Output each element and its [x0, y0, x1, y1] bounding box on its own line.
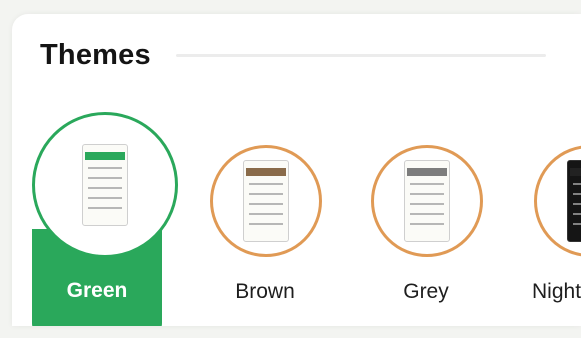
theme-label-grey: Grey — [403, 280, 449, 303]
theme-preview-circle — [534, 145, 581, 257]
theme-label-night: Night — [532, 280, 581, 303]
section-title: Themes — [40, 39, 151, 71]
theme-label-green: Green — [66, 279, 128, 302]
theme-option-night[interactable]: Night — [514, 109, 581, 326]
theme-option-green[interactable]: Green — [22, 109, 178, 326]
preview-header-bar — [407, 168, 447, 176]
theme-option-brown[interactable]: Brown — [190, 109, 340, 326]
phone-preview-icon — [243, 160, 289, 242]
phone-preview-icon — [404, 160, 450, 242]
preview-header-bar — [85, 152, 125, 160]
phone-preview-icon — [82, 144, 128, 226]
section-header: Themes — [12, 14, 581, 94]
themes-card: Themes Green Brown Grey Night — [12, 14, 581, 326]
theme-option-grey[interactable]: Grey — [351, 109, 501, 326]
theme-label-brown: Brown — [235, 280, 295, 303]
theme-preview-circle — [210, 145, 322, 257]
preview-header-bar — [570, 168, 581, 176]
theme-preview-circle — [32, 112, 178, 258]
header-divider — [176, 54, 546, 57]
phone-preview-icon — [567, 160, 581, 242]
theme-list: Green Brown Grey Night — [12, 109, 581, 326]
theme-preview-circle — [371, 145, 483, 257]
preview-header-bar — [246, 168, 286, 176]
